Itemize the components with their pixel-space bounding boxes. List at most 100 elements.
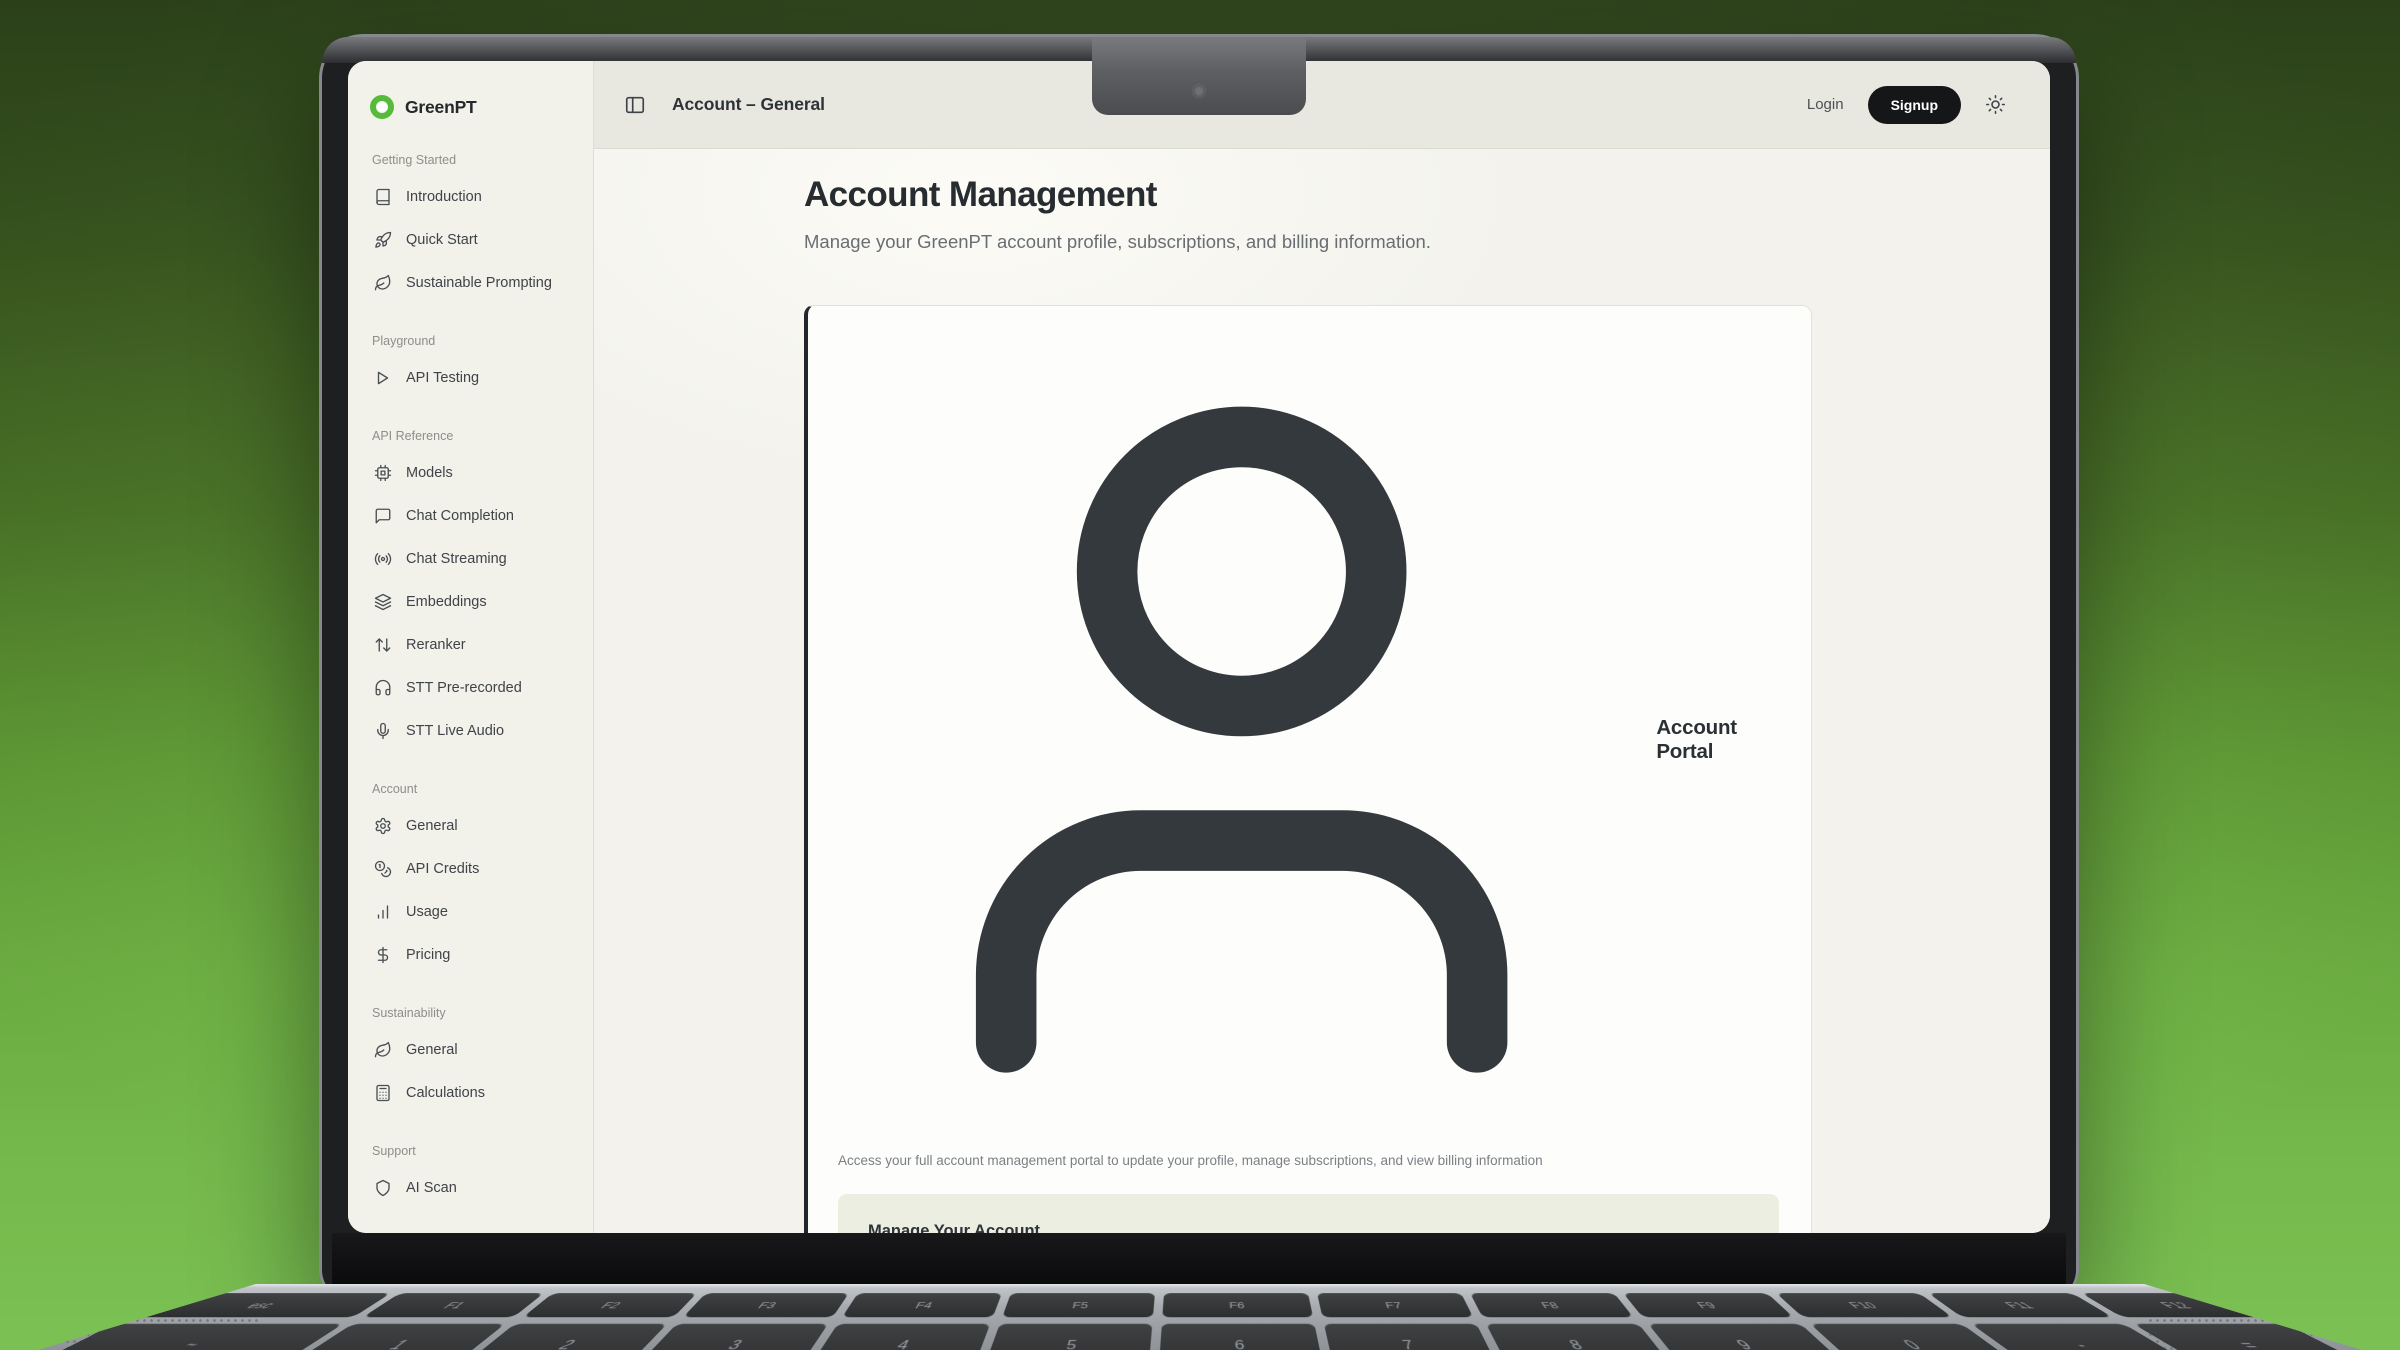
bar-chart-icon: [374, 903, 392, 921]
cpu-icon: [374, 464, 392, 482]
key-f4: F4: [842, 1293, 1002, 1317]
main-column: Account – General Login Signup Account M…: [594, 61, 2050, 1233]
key-f6: F6: [1162, 1293, 1313, 1317]
headphones-icon: [374, 679, 392, 697]
keyboard: escF1F2F3F4F5F6F7F8F9F10F11F12~123456789…: [0, 1293, 2400, 1350]
sidebar-item-chat-completion[interactable]: Chat Completion: [370, 494, 583, 537]
signup-button[interactable]: Signup: [1868, 86, 1961, 124]
key-blank: =: [2133, 1324, 2374, 1350]
sidebar-item-pricing[interactable]: Pricing: [370, 933, 583, 976]
rocket-icon: [374, 231, 392, 249]
sidebar-item-stt-pre-recorded[interactable]: STT Pre-recorded: [370, 666, 583, 709]
sidebar-item-ai-scan[interactable]: AI Scan: [370, 1166, 583, 1209]
laptop-mockup: GreenPT Getting Started Introduction Quick…: [319, 34, 2079, 1296]
play-icon: [374, 369, 392, 387]
theme-toggle-button[interactable]: [1985, 94, 2006, 115]
sidebar-item-label: Models: [406, 465, 453, 481]
sidebar-toggle-button[interactable]: [624, 94, 646, 116]
leaf-icon: [374, 274, 392, 292]
coins-icon: [374, 860, 392, 878]
key-blank: ~: [26, 1324, 344, 1350]
sidebar-item-label: Quick Start: [406, 232, 478, 248]
page-content: Account Management Manage your GreenPT a…: [594, 149, 2050, 1233]
sidebar-item-label: STT Live Audio: [406, 723, 504, 739]
key-5: 5: [984, 1324, 1153, 1350]
layers-icon: [374, 593, 392, 611]
calculator-icon: [374, 1084, 392, 1102]
page-title: Account Management: [804, 175, 1812, 215]
shield-icon: [374, 1179, 392, 1197]
brand-logo-icon: [370, 95, 394, 119]
leaf-icon: [374, 1041, 392, 1059]
sidebar-item-sustainable-prompting[interactable]: Sustainable Prompting: [370, 261, 583, 304]
sidebar-section-label: Account: [370, 782, 583, 796]
sidebar-item-general[interactable]: General: [370, 1028, 583, 1071]
key-7: 7: [1324, 1324, 1499, 1350]
sidebar-item-introduction[interactable]: Introduction: [370, 175, 583, 218]
sidebar-item-label: Usage: [406, 904, 448, 920]
breadcrumb-title: Account – General: [672, 94, 825, 115]
key-f7: F7: [1317, 1293, 1473, 1317]
sidebar-section-label: Sustainability: [370, 1006, 583, 1020]
laptop-notch: [1092, 39, 1306, 115]
radio-icon: [374, 550, 392, 568]
sidebar-section-support: Support AI Scan: [370, 1144, 583, 1209]
sidebar-section-label: Support: [370, 1144, 583, 1158]
key-esc: esc: [127, 1293, 390, 1317]
sidebar-section-label: Getting Started: [370, 153, 583, 167]
app-screen: GreenPT Getting Started Introduction Quick…: [348, 61, 2050, 1233]
topbar: Account – General Login Signup: [594, 61, 2050, 149]
laptop-base: escF1F2F3F4F5F6F7F8F9F10F11F12~123456789…: [0, 1284, 2400, 1350]
arrows-up-down-icon: [374, 636, 392, 654]
key-f1: F1: [363, 1293, 544, 1317]
sidebar-item-label: AI Scan: [406, 1180, 457, 1196]
sidebar-item-stt-live-audio[interactable]: STT Live Audio: [370, 709, 583, 752]
webcam-icon: [1193, 85, 1205, 97]
sun-icon: [1985, 94, 2006, 115]
sidebar-item-models[interactable]: Models: [370, 451, 583, 494]
sidebar-item-embeddings[interactable]: Embeddings: [370, 580, 583, 623]
sidebar-item-label: Embeddings: [406, 594, 487, 610]
key-f9: F9: [1623, 1293, 1793, 1317]
sidebar-item-label: STT Pre-recorded: [406, 680, 522, 696]
sidebar-item-label: Chat Completion: [406, 508, 514, 524]
sidebar-item-label: Pricing: [406, 947, 450, 963]
login-button[interactable]: Login: [1807, 96, 1844, 113]
key-f10: F10: [1776, 1293, 1953, 1317]
sidebar-item-usage[interactable]: Usage: [370, 890, 583, 933]
keyboard-row: ~1234567890-=: [26, 1324, 2375, 1350]
sidebar-item-reranker[interactable]: Reranker: [370, 623, 583, 666]
brand-name: GreenPT: [405, 97, 477, 118]
user-icon: [838, 336, 1645, 1143]
sidebar-section-label: API Reference: [370, 429, 583, 443]
sidebar-item-calculations[interactable]: Calculations: [370, 1071, 583, 1114]
mic-icon: [374, 722, 392, 740]
sidebar-section-label: Playground: [370, 334, 583, 348]
sidebar-item-label: Calculations: [406, 1085, 485, 1101]
key-f11: F11: [1928, 1293, 2112, 1317]
account-portal-card: Account Portal Access your full account …: [804, 305, 1812, 1233]
key-6: 6: [1159, 1324, 1324, 1350]
sidebar-section-getting-started: Getting Started Introduction Quick Start Su…: [370, 153, 583, 304]
sidebar-item-label: Chat Streaming: [406, 551, 507, 567]
sidebar-item-label: Introduction: [406, 189, 482, 205]
panel-left-icon: [624, 94, 646, 116]
key-f5: F5: [1002, 1293, 1155, 1317]
key-f2: F2: [523, 1293, 697, 1317]
gear-icon: [374, 817, 392, 835]
manage-account-title: Manage Your Account: [868, 1222, 1749, 1233]
sidebar-item-quick-start[interactable]: Quick Start: [370, 218, 583, 261]
account-portal-card-header: Account Portal: [838, 336, 1779, 1143]
sidebar-item-label: Reranker: [406, 637, 466, 653]
green-gradient-background: GreenPT Getting Started Introduction Quick…: [0, 0, 2400, 1350]
sidebar-item-label: General: [406, 1042, 458, 1058]
sidebar-item-api-credits[interactable]: API Credits: [370, 847, 583, 890]
key-f12: F12: [2081, 1293, 2273, 1317]
sidebar-item-chat-streaming[interactable]: Chat Streaming: [370, 537, 583, 580]
book-icon: [374, 188, 392, 206]
key-f3: F3: [682, 1293, 849, 1317]
sidebar-section-api-reference: API Reference Models Chat Completion Chat S…: [370, 429, 583, 752]
sidebar-item-api-testing[interactable]: API Testing: [370, 356, 583, 399]
brand-logo[interactable]: GreenPT: [370, 91, 583, 123]
sidebar-item-general[interactable]: General: [370, 804, 583, 847]
